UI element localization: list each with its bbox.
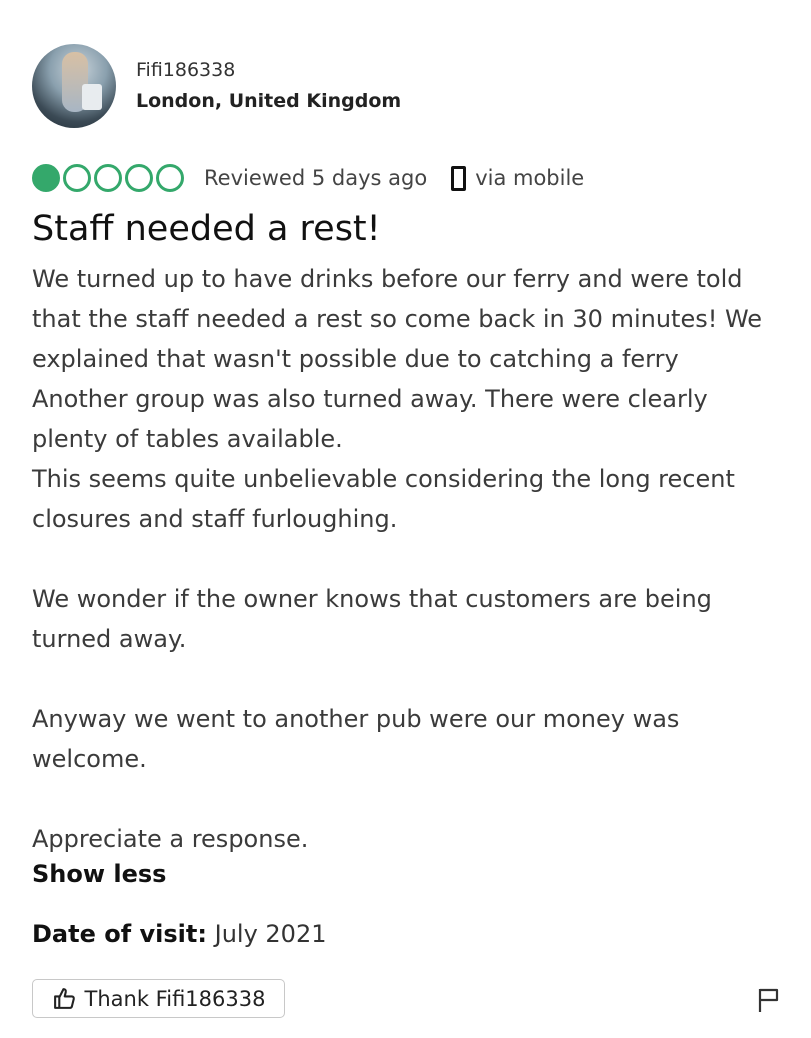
via-mobile: via mobile — [475, 166, 585, 190]
review-body-line: Another group was also turned away. Ther… — [32, 385, 708, 413]
reviewer-header: Fifi186338 London, United Kingdom — [32, 44, 401, 128]
review-body-line: closures and staff furloughing. — [32, 505, 398, 533]
review-body-line: We wonder if the owner knows that custom… — [32, 585, 712, 613]
date-of-visit-label: Date of visit: — [32, 920, 207, 948]
rating-bubble — [94, 164, 122, 192]
review-body-line: turned away. — [32, 625, 187, 653]
date-of-visit: Date of visit: July 2021 — [32, 920, 326, 948]
show-less-button[interactable]: Show less — [32, 860, 166, 888]
review-body-line: welcome. — [32, 745, 147, 773]
bubble-rating-icon — [32, 164, 184, 192]
reviewer-username[interactable]: Fifi186338 — [136, 58, 401, 82]
review-body: We turned up to have drinks before our f… — [32, 259, 802, 859]
mobile-phone-icon — [451, 165, 467, 191]
rating-row: Reviewed 5 days ago via mobile — [32, 162, 584, 194]
review-title: Staff needed a rest! — [32, 209, 381, 249]
review-body-line: Appreciate a response. — [32, 825, 309, 853]
flag-icon[interactable] — [755, 986, 783, 1014]
review-body-line: We turned up to have drinks before our f… — [32, 265, 743, 293]
review-body-line: Anyway we went to another pub were our m… — [32, 705, 680, 733]
review-body-line: This seems quite unbelievable considerin… — [32, 465, 735, 493]
thumbs-up-icon — [53, 988, 75, 1009]
thank-button[interactable]: Thank Fifi186338 — [32, 979, 285, 1018]
reviewer-info: Fifi186338 London, United Kingdom — [136, 58, 401, 114]
rating-bubble — [156, 164, 184, 192]
review-body-line: that the staff needed a rest so come bac… — [32, 305, 763, 333]
rating-bubble — [63, 164, 91, 192]
review-card: Fifi186338 London, United Kingdom Review… — [0, 0, 811, 1038]
rating-bubble — [125, 164, 153, 192]
thank-button-label: Thank Fifi186338 — [84, 986, 266, 1011]
review-body-line: explained that wasn't possible due to ca… — [32, 345, 679, 373]
reviewed-date: Reviewed 5 days ago — [204, 166, 428, 190]
rating-bubble — [32, 164, 60, 192]
avatar[interactable] — [32, 44, 116, 128]
reviewer-location: London, United Kingdom — [136, 90, 402, 112]
date-of-visit-value: July 2021 — [214, 920, 327, 948]
review-body-line: plenty of tables available. — [32, 425, 343, 453]
